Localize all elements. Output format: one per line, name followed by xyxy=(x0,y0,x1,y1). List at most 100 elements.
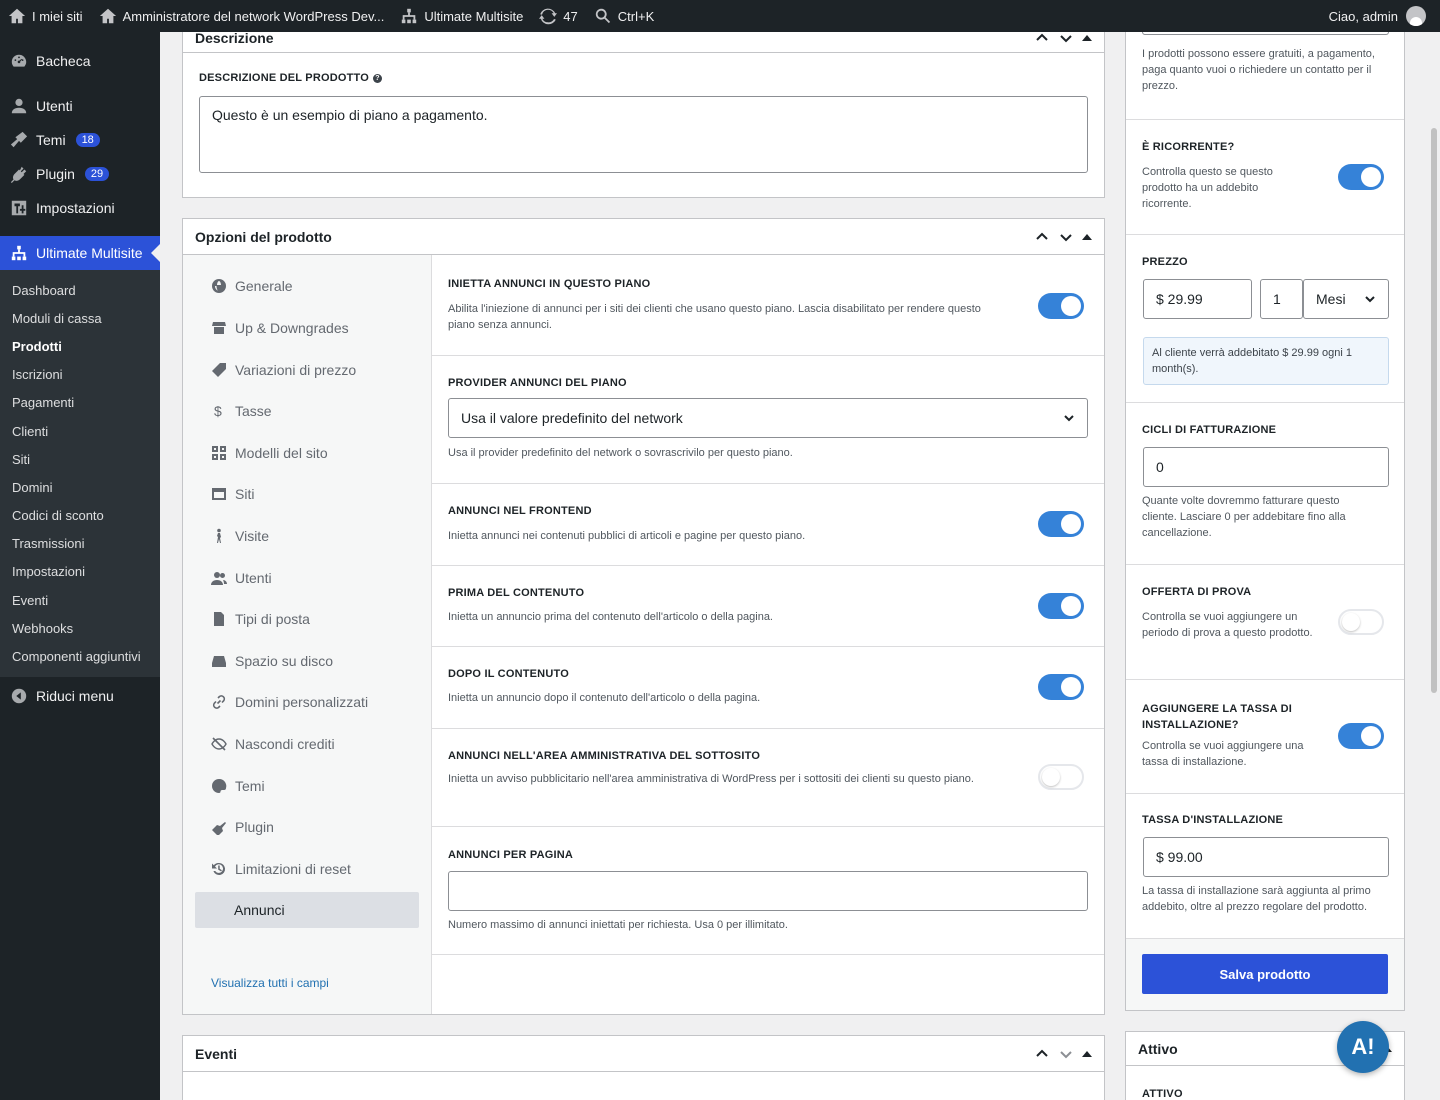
price-interval-input[interactable]: 1 xyxy=(1260,279,1303,319)
my-sites-menu[interactable]: I miei siti xyxy=(0,0,91,32)
move-up-icon[interactable] xyxy=(1034,30,1050,46)
save-product-button[interactable]: Salva prodotto xyxy=(1142,954,1388,994)
tab-variazioni-prezzo[interactable]: Variazioni di prezzo xyxy=(195,352,419,388)
submenu-item[interactable]: Webhooks xyxy=(0,614,160,642)
frontend-ads-toggle[interactable] xyxy=(1038,511,1084,537)
pricing-box: I prodotti possono essere gratuiti, a pa… xyxy=(1125,14,1405,1011)
menu-plugins[interactable]: Plugin 29 xyxy=(0,157,160,191)
document-icon xyxy=(214,612,224,626)
product-description-label: DESCRIZIONE DEL PRODOTTO xyxy=(199,72,370,84)
view-all-fields-link[interactable]: Visualizza tutti i campi xyxy=(211,976,329,990)
network-admin-menu[interactable]: Amministratore del network WordPress Dev… xyxy=(91,0,393,32)
menu-users[interactable]: Utenti xyxy=(0,89,160,123)
setup-fee-toggle-section: AGGIUNGERE LA TASSA DI INSTALLAZIONE? Co… xyxy=(1126,680,1404,794)
my-sites-icon xyxy=(8,8,26,24)
move-down-icon[interactable] xyxy=(1058,30,1074,46)
tab-plugin[interactable]: Plugin xyxy=(195,809,419,845)
ultimate-multisite-menu[interactable]: Ultimate Multisite xyxy=(392,0,531,32)
toggle-panel-icon[interactable] xyxy=(1082,1050,1092,1057)
grid-icon xyxy=(212,446,226,460)
collapse-menu-button[interactable]: Riduci menu xyxy=(0,679,160,713)
trial-toggle[interactable] xyxy=(1338,609,1384,635)
move-down-icon[interactable] xyxy=(1058,1046,1074,1062)
billing-cycles-input[interactable]: 0 xyxy=(1143,447,1389,487)
link-icon xyxy=(212,695,226,709)
network-icon xyxy=(11,245,27,261)
tab-domini-personalizzati[interactable]: Domini personalizzati xyxy=(195,684,419,720)
ads-per-page-input[interactable] xyxy=(448,871,1088,911)
submenu-item[interactable]: Clienti xyxy=(0,417,160,445)
person-walk-icon xyxy=(217,528,221,543)
submenu-item[interactable]: Pagamenti xyxy=(0,389,160,417)
toggle-panel-icon[interactable] xyxy=(1082,35,1092,41)
product-options-nav: Generale Up & Downgrades Variazioni di p… xyxy=(183,255,432,1014)
tab-spazio-disco[interactable]: Spazio su disco xyxy=(195,643,419,679)
submenu-item[interactable]: Domini xyxy=(0,473,160,501)
price-amount-input[interactable]: $ 29.99 xyxy=(1143,279,1252,319)
price-unit-select[interactable]: Mesi xyxy=(1303,279,1389,319)
move-down-icon[interactable] xyxy=(1058,229,1074,245)
after-content-toggle[interactable] xyxy=(1038,674,1084,700)
collapse-icon xyxy=(11,688,27,703)
browser-icon xyxy=(212,488,226,500)
menu-settings[interactable]: Impostazioni xyxy=(0,191,160,225)
setup-fee-input[interactable]: $ 99.00 xyxy=(1143,837,1389,877)
menu-dashboard[interactable]: Bacheca xyxy=(0,44,160,78)
home-icon xyxy=(99,8,116,24)
search-shortcut[interactable]: Ctrl+K xyxy=(586,0,662,32)
menu-themes[interactable]: Temi 18 xyxy=(0,123,160,157)
ad-provider-select[interactable]: Usa il valore predefinito del network xyxy=(448,398,1088,438)
tab-nascondi-crediti[interactable]: Nascondi crediti xyxy=(195,726,419,762)
svg-text:$: $ xyxy=(214,403,222,419)
product-options-box: Opzioni del prodotto Generale Up & Downg… xyxy=(182,218,1105,1015)
account-menu[interactable]: Ciao, admin xyxy=(1329,6,1440,26)
submenu-item[interactable]: Iscrizioni xyxy=(0,361,160,389)
submenu-item[interactable]: Trasmissioni xyxy=(0,530,160,558)
help-icon[interactable]: ? xyxy=(373,73,383,83)
tab-utenti[interactable]: Utenti xyxy=(195,560,419,596)
toggle-panel-icon[interactable] xyxy=(1082,233,1092,240)
before-content-toggle[interactable] xyxy=(1038,593,1084,619)
move-up-icon[interactable] xyxy=(1034,1046,1050,1062)
tab-siti[interactable]: Siti xyxy=(195,476,419,512)
recurring-toggle[interactable] xyxy=(1338,164,1384,190)
move-up-icon[interactable] xyxy=(1034,229,1050,245)
setup-fee-toggle[interactable] xyxy=(1338,723,1384,749)
setup-fee-section: TASSA D'INSTALLAZIONE $ 99.00 La tassa d… xyxy=(1126,794,1404,939)
submenu-item[interactable]: Impostazioni xyxy=(0,558,160,586)
submenu-item[interactable]: Componenti aggiuntivi xyxy=(0,642,160,670)
plugins-icon xyxy=(10,166,27,183)
eye-off-icon xyxy=(211,737,227,751)
admin-ads-toggle[interactable] xyxy=(1038,764,1084,790)
submenu-item[interactable]: Dashboard xyxy=(0,276,160,304)
themes-icon xyxy=(10,131,28,148)
billing-cycles-section: CICLI DI FATTURAZIONE 0 Quante volte dov… xyxy=(1126,403,1404,565)
row-ad-provider: PROVIDER ANNUNCI DEL PIANO Usa il valore… xyxy=(432,356,1104,484)
tab-annunci[interactable]: Annunci xyxy=(195,892,419,928)
tab-up-downgrades[interactable]: Up & Downgrades xyxy=(195,310,419,346)
accessibility-assistant-button[interactable]: A! xyxy=(1337,1021,1389,1073)
submenu-item[interactable]: Prodotti xyxy=(0,332,160,360)
tab-generale[interactable]: Generale xyxy=(195,268,419,304)
tab-tasse[interactable]: $ Tasse xyxy=(195,393,419,429)
submenu-item[interactable]: Moduli di cassa xyxy=(0,304,160,332)
events-box: Eventi xyxy=(182,1035,1105,1100)
tab-modelli-sito[interactable]: Modelli del sito xyxy=(195,435,419,471)
scrollbar-thumb[interactable] xyxy=(1431,128,1437,693)
inject-ads-toggle[interactable] xyxy=(1038,293,1084,319)
store-icon xyxy=(212,322,226,334)
updates-menu[interactable]: 47 xyxy=(531,0,585,32)
submenu-item[interactable]: Siti xyxy=(0,445,160,473)
page-scrollbar[interactable] xyxy=(1428,32,1440,1100)
trial-section: OFFERTA DI PROVA Controlla se vuoi aggiu… xyxy=(1126,565,1404,680)
product-description-textarea[interactable]: Questo è un esempio di piano a pagamento… xyxy=(199,96,1088,173)
tab-visite[interactable]: Visite xyxy=(195,518,419,554)
submenu-item[interactable]: Eventi xyxy=(0,586,160,614)
tab-limitazioni-reset[interactable]: Limitazioni di reset xyxy=(195,851,419,887)
menu-ultimate-multisite[interactable]: Ultimate Multisite xyxy=(0,236,160,270)
network-icon xyxy=(402,8,417,24)
dashboard-icon xyxy=(11,54,27,67)
submenu-item[interactable]: Codici di sconto xyxy=(0,502,160,530)
tab-tipi-posta[interactable]: Tipi di posta xyxy=(195,601,419,637)
tab-temi[interactable]: Temi xyxy=(195,768,419,804)
